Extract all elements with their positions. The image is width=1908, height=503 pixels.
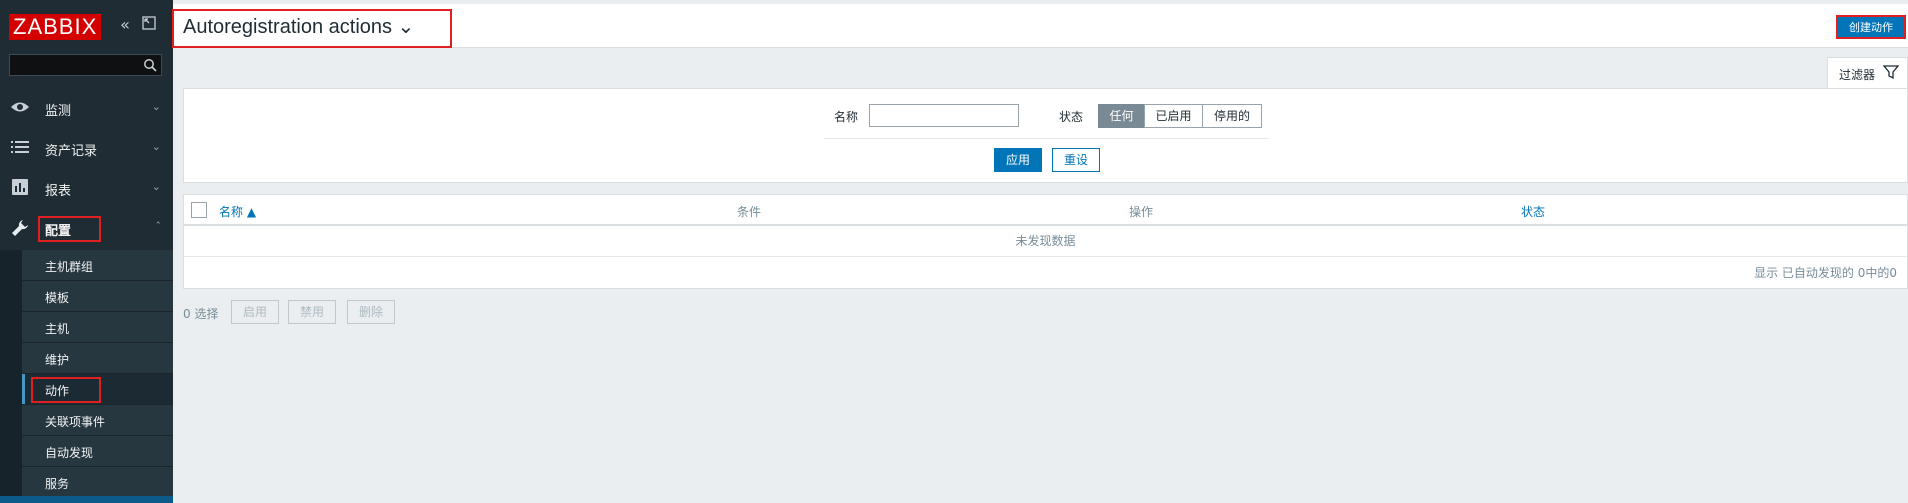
chevron-down-icon: ⌄ (151, 180, 161, 193)
menu-item-label: 报表 (45, 184, 72, 199)
highlight-box-configuration (38, 216, 101, 242)
submenu-item-label: 模板 (45, 291, 70, 305)
submenu-item-templates[interactable]: 模板 (22, 281, 173, 312)
filter-tab[interactable]: 过滤器 (1827, 57, 1908, 88)
sidebar: ZABBIX « 监测 ⌄ 资产记录 ⌄ 报表 ⌄ 配置 ˆ 主机群组 模板 主… (0, 0, 173, 503)
filter-panel: 名称 状态 任何 已启用 停用的 应用 重设 (183, 88, 1908, 183)
selected-count: 0 选择 (183, 307, 219, 321)
column-header-operations: 操作 (1129, 205, 1154, 219)
filter-icon (1882, 64, 1900, 80)
highlight-box-actions (31, 377, 101, 403)
submenu-item-event-correlation[interactable]: 关联项事件 (22, 405, 173, 436)
submenu-item-host-groups[interactable]: 主机群组 (22, 250, 173, 281)
chevron-down-icon: ⌄ (151, 100, 161, 113)
submenu-item-maintenance[interactable]: 维护 (22, 343, 173, 374)
actions-table: 名称 ▲ 条件 操作 状态 未发现数据 显示 已自动发现的 0中的0 (183, 194, 1908, 289)
submenu-item-label: 关联项事件 (45, 415, 106, 429)
configuration-submenu: 主机群组 模板 主机 维护 动作 关联项事件 自动发现 服务 (22, 250, 173, 498)
menu-item-label: 资产记录 (45, 144, 98, 159)
filter-name-label: 名称 (834, 110, 859, 124)
submenu-item-discovery[interactable]: 自动发现 (22, 436, 173, 467)
submenu-item-hosts[interactable]: 主机 (22, 312, 173, 343)
submenu-item-label: 主机群组 (45, 260, 94, 274)
apply-button[interactable]: 应用 (994, 148, 1042, 172)
eye-icon (10, 99, 30, 117)
menu-item-label: 监测 (45, 104, 72, 119)
wrench-icon (10, 219, 30, 237)
table-footer-info: 显示 已自动发现的 0中的0 (1754, 266, 1897, 280)
menu-item-monitoring[interactable]: 监测 ⌄ (0, 88, 173, 128)
status-disabled-radio[interactable]: 停用的 (1202, 104, 1262, 128)
search-icon[interactable] (143, 58, 157, 72)
mass-enable-button[interactable]: 启用 (231, 300, 279, 324)
reset-button[interactable]: 重设 (1052, 148, 1100, 172)
submenu-indent (0, 250, 22, 503)
mass-disable-button[interactable]: 禁用 (288, 300, 336, 324)
highlight-box-title (172, 9, 452, 48)
column-header-conditions: 条件 (737, 205, 762, 219)
submenu-item-label: 主机 (45, 322, 70, 336)
filter-tab-label: 过滤器 (1839, 68, 1876, 82)
zabbix-logo[interactable]: ZABBIX (9, 14, 102, 40)
filter-status-label: 状态 (1059, 110, 1084, 124)
column-header-status[interactable]: 状态 (1521, 203, 1545, 220)
menu-item-reports[interactable]: 报表 ⌄ (0, 168, 173, 208)
list-icon (10, 139, 30, 157)
no-data-message: 未发现数据 (184, 226, 1907, 257)
status-enabled-radio[interactable]: 已启用 (1144, 104, 1203, 128)
submenu-item-services[interactable]: 服务 (22, 467, 173, 498)
submenu-item-label: 自动发现 (45, 446, 94, 460)
collapse-sidebar-icon[interactable]: « (116, 16, 134, 34)
filter-divider (824, 138, 1269, 139)
mass-delete-button[interactable]: 删除 (347, 300, 395, 324)
bar-chart-icon (10, 179, 30, 197)
status-any-radio[interactable]: 任何 (1098, 104, 1145, 128)
select-all-checkbox[interactable] (191, 202, 207, 218)
submenu-item-label: 维护 (45, 353, 70, 367)
menu-item-inventory[interactable]: 资产记录 ⌄ (0, 128, 173, 168)
submenu-item-label: 服务 (45, 477, 70, 491)
kiosk-mode-icon[interactable] (140, 16, 158, 34)
create-action-button[interactable]: 创建动作 (1836, 15, 1906, 39)
logo-row: ZABBIX « (0, 0, 173, 54)
chevron-down-icon: ⌄ (151, 140, 161, 153)
filter-name-input[interactable] (869, 104, 1019, 127)
column-header-name[interactable]: 名称 ▲ (219, 203, 256, 220)
sidebar-search-input[interactable] (9, 54, 162, 76)
sidebar-bottom-bar (0, 496, 173, 503)
table-header: 名称 ▲ 条件 操作 状态 (184, 195, 1907, 226)
chevron-up-icon: ˆ (155, 220, 162, 233)
